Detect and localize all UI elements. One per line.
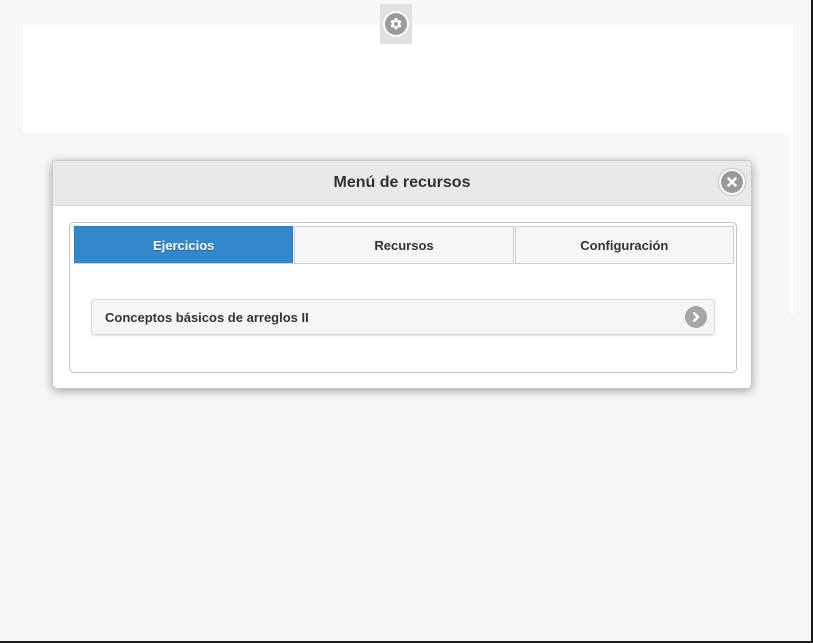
dialog-title: Menú de recursos [333,174,471,191]
tab-configuracion[interactable]: Configuración [514,226,734,264]
tab-recursos[interactable]: Recursos [294,226,514,264]
chevron-right-icon [685,306,707,328]
gear-icon [385,13,407,35]
tab-divider [74,263,734,264]
exercise-label: Conceptos básicos de arreglos II [105,309,309,325]
dialog-header: Menú de recursos [53,161,751,206]
tab-bar: Ejercicios Recursos Configuración [74,226,734,264]
exercise-list-item[interactable]: Conceptos básicos de arreglos II [91,299,715,335]
close-button[interactable] [719,169,745,195]
close-icon [721,171,743,193]
resource-menu-dialog: Menú de recursos Ejercicios Recursos Con… [52,160,752,389]
settings-button[interactable] [380,4,412,44]
content-panel-edge [790,133,793,315]
tabs-container: Ejercicios Recursos Configuración Concep… [69,222,737,373]
tab-ejercicios[interactable]: Ejercicios [74,226,294,264]
